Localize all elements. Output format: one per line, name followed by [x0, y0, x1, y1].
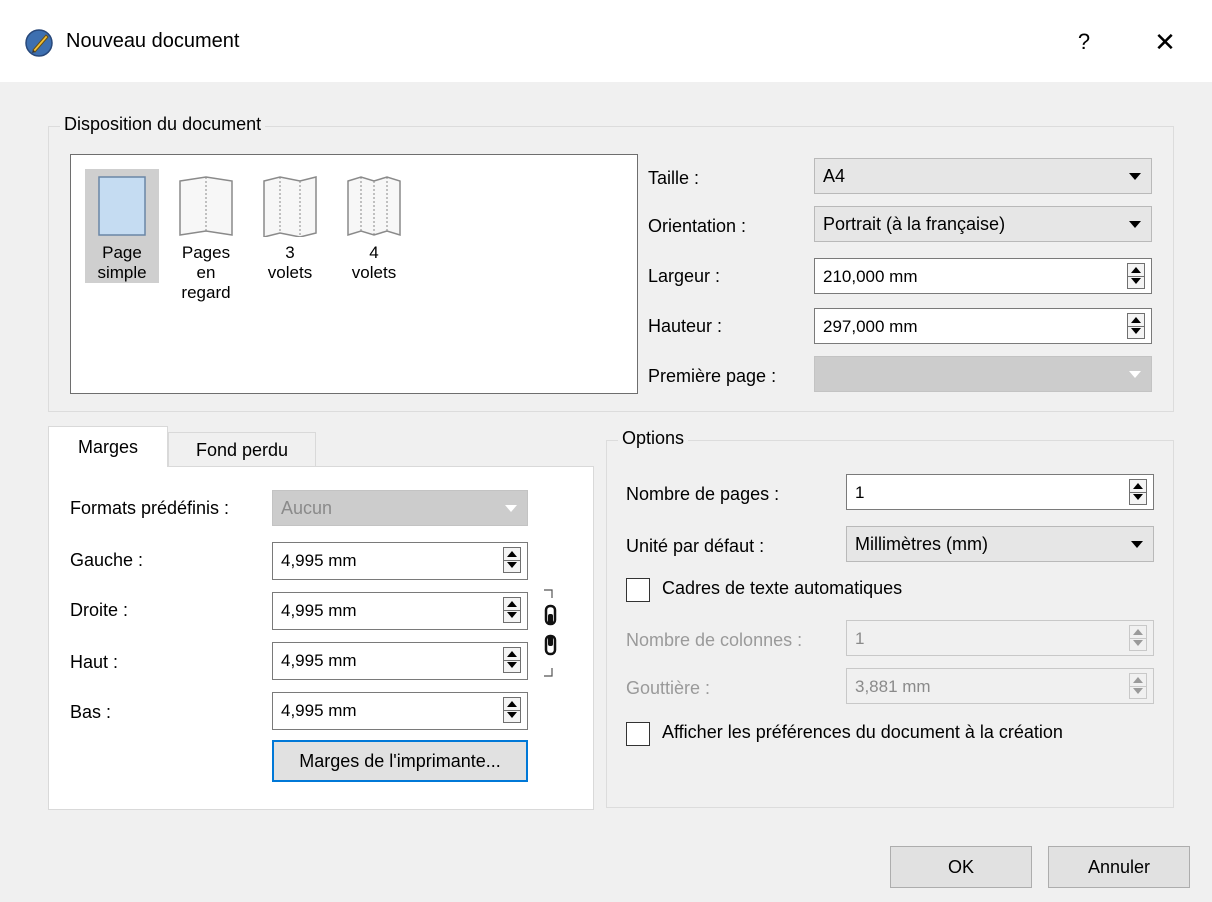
size-label: Taille :: [648, 168, 700, 188]
options-title: Options: [618, 428, 689, 449]
orientation-value: Portrait (à la française): [823, 214, 1006, 234]
spin-buttons-icon[interactable]: [503, 697, 521, 723]
width-spinbox[interactable]: 210,000 mm: [814, 258, 1152, 294]
right-margin-label: Droite :: [70, 600, 129, 620]
single-page-icon: [98, 176, 146, 236]
bottom-margin-label: Bas :: [70, 702, 112, 722]
default-unit-value: Millimètres (mm): [855, 534, 988, 554]
top-margin-label: Haut :: [70, 652, 119, 672]
pages-count-spinbox[interactable]: 1: [846, 474, 1154, 510]
three-fold-icon: [263, 176, 317, 237]
chevron-down-icon: [505, 505, 517, 512]
four-fold-icon: [347, 176, 401, 237]
orientation-label: Orientation :: [648, 216, 747, 236]
default-unit-label: Unité par défaut :: [626, 536, 765, 556]
layout-facing-pages-label: Pages en regard: [181, 243, 231, 302]
top-margin-spinbox[interactable]: 4,995 mm: [272, 642, 528, 680]
show-prefs-label[interactable]: Afficher les préférences du document à l…: [662, 722, 1063, 743]
pages-count-value: 1: [855, 483, 865, 502]
right-margin-value: 4,995 mm: [281, 601, 357, 620]
layout-list: Page simple Pages en regard 3 volets 4 v…: [70, 154, 638, 394]
spin-buttons-icon[interactable]: [1129, 673, 1147, 699]
height-value: 297,000 mm: [823, 317, 918, 336]
pages-count-label: Nombre de pages :: [626, 484, 780, 504]
height-spinbox[interactable]: 297,000 mm: [814, 308, 1152, 344]
columns-label: Nombre de colonnes :: [626, 630, 803, 650]
first-page-label: Première page :: [648, 366, 777, 386]
ok-button[interactable]: OK: [890, 846, 1032, 888]
cancel-button[interactable]: Annuler: [1048, 846, 1190, 888]
layout-facing-pages[interactable]: Pages en regard: [169, 169, 243, 303]
help-button[interactable]: ?: [1064, 22, 1104, 62]
orientation-combo[interactable]: Portrait (à la française): [814, 206, 1152, 242]
gutter-spinbox[interactable]: 3,881 mm: [846, 668, 1154, 704]
spin-buttons-icon[interactable]: [503, 647, 521, 673]
first-page-combo[interactable]: [814, 356, 1152, 392]
chevron-down-icon: [1129, 371, 1141, 378]
width-label: Largeur :: [648, 266, 721, 286]
columns-value: 1: [855, 629, 865, 648]
gutter-value: 3,881 mm: [855, 677, 931, 696]
width-value: 210,000 mm: [823, 267, 918, 286]
app-icon: [25, 29, 53, 57]
left-margin-label: Gauche :: [70, 550, 144, 570]
layout-four-fold[interactable]: 4 volets: [337, 169, 411, 283]
close-button[interactable]: ✕: [1140, 22, 1190, 62]
presets-value: Aucun: [281, 498, 333, 518]
spin-buttons-icon[interactable]: [1129, 479, 1147, 505]
bottom-margin-spinbox[interactable]: 4,995 mm: [272, 692, 528, 730]
left-margin-spinbox[interactable]: 4,995 mm: [272, 542, 528, 580]
chevron-down-icon: [1129, 221, 1141, 228]
printer-margins-button[interactable]: Marges de l'imprimante...: [272, 740, 528, 782]
show-prefs-checkbox[interactable]: [626, 722, 650, 746]
tab-bleed[interactable]: Fond perdu: [168, 432, 316, 466]
layout-three-fold-label: 3 volets: [267, 243, 313, 282]
columns-spinbox[interactable]: 1: [846, 620, 1154, 656]
gutter-label: Gouttière :: [626, 678, 711, 698]
top-margin-value: 4,995 mm: [281, 651, 357, 670]
layout-single-page[interactable]: Page simple: [85, 169, 159, 283]
height-label: Hauteur :: [648, 316, 723, 336]
chevron-down-icon: [1131, 541, 1143, 548]
presets-label: Formats prédéfinis :: [70, 498, 230, 518]
spin-buttons-icon[interactable]: [503, 597, 521, 623]
layout-three-fold[interactable]: 3 volets: [253, 169, 327, 283]
tab-margins[interactable]: Marges: [48, 426, 168, 467]
right-margin-spinbox[interactable]: 4,995 mm: [272, 592, 528, 630]
auto-text-frames-checkbox[interactable]: [626, 578, 650, 602]
link-margins-icon[interactable]: [538, 588, 560, 678]
presets-combo[interactable]: Aucun: [272, 490, 528, 526]
auto-text-frames-label[interactable]: Cadres de texte automatiques: [662, 578, 902, 599]
layout-four-fold-label: 4 volets: [351, 243, 397, 282]
spin-buttons-icon[interactable]: [1127, 263, 1145, 289]
chevron-down-icon: [1129, 173, 1141, 180]
spin-buttons-icon[interactable]: [1129, 625, 1147, 651]
left-margin-value: 4,995 mm: [281, 551, 357, 570]
document-layout-title: Disposition du document: [60, 114, 266, 135]
size-value: A4: [823, 166, 846, 186]
default-unit-combo[interactable]: Millimètres (mm): [846, 526, 1154, 562]
size-combo[interactable]: A4: [814, 158, 1152, 194]
spin-buttons-icon[interactable]: [503, 547, 521, 573]
bottom-margin-value: 4,995 mm: [281, 701, 357, 720]
facing-pages-icon: [179, 176, 233, 236]
layout-single-page-label: Page simple: [97, 243, 147, 282]
spin-buttons-icon[interactable]: [1127, 313, 1145, 339]
window-title: Nouveau document: [66, 30, 240, 52]
